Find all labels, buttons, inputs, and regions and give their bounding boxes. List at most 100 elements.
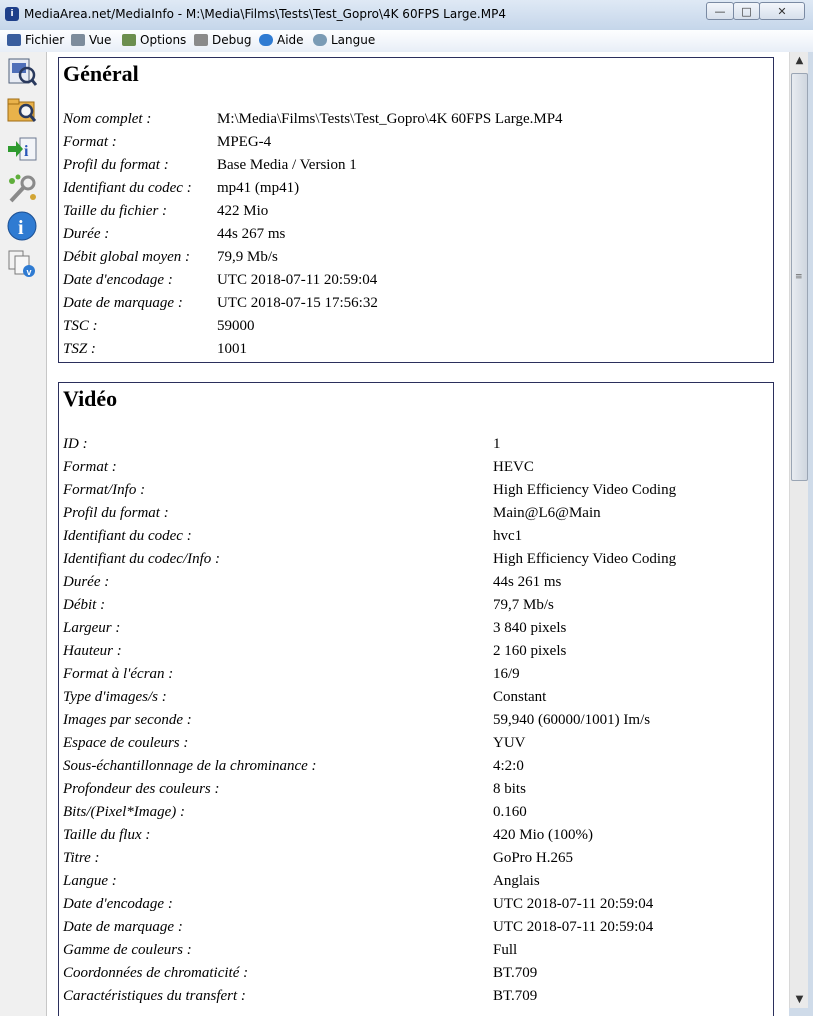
field-value: UTC 2018-07-11 20:59:04 <box>493 919 654 935</box>
field-value: 0.160 <box>493 804 527 820</box>
field-label: Sous-échantillonnage de la chrominance : <box>63 758 317 774</box>
field-value: Constant <box>493 689 547 705</box>
menu-label: Debug <box>212 33 252 47</box>
field-label: TSZ : <box>63 341 96 357</box>
field-value: 59000 <box>217 318 255 334</box>
info-row: Date d'encodage : UTC 2018-07-11 20:59:04 <box>63 896 767 919</box>
info-row: Débit : 79,7 Mb/s <box>63 597 767 620</box>
field-label: Débit global moyen : <box>63 249 191 265</box>
info-row: Identifiant du codec/Info : High Efficien… <box>63 551 767 574</box>
field-value: 1001 <box>217 341 247 357</box>
field-label: Durée : <box>63 574 110 590</box>
menu-label: Fichier <box>25 33 65 47</box>
field-label: Taille du flux : <box>63 827 151 843</box>
field-label: Date de marquage : <box>63 295 183 311</box>
field-label: ID : <box>63 436 88 452</box>
field-value: 3 840 pixels <box>493 620 567 636</box>
info-row: Taille du fichier : 422 Mio <box>63 203 767 226</box>
window-frame <box>808 52 813 1016</box>
debug-icon <box>194 34 208 46</box>
info-row: Coordonnées de chromaticité : BT.709 <box>63 965 767 988</box>
field-label: Taille du fichier : <box>63 203 168 219</box>
scroll-up-arrow-icon[interactable]: ▲ <box>790 52 809 69</box>
export-icon[interactable]: i <box>6 133 38 165</box>
field-label: Identifiant du codec/Info : <box>63 551 221 567</box>
section-title: Vidéo <box>63 386 118 411</box>
menu-bar: Fichier Vue Options Debug Aide Langue <box>0 30 813 53</box>
title-bar[interactable]: i MediaArea.net/MediaInfo - M:\Media\Fil… <box>0 0 813 30</box>
info-row: Identifiant du codec : mp41 (mp41) <box>63 180 767 203</box>
field-value: Anglais <box>493 873 540 889</box>
maximize-button[interactable]: □ <box>733 2 760 20</box>
info-row: Profondeur des couleurs : 8 bits <box>63 781 767 804</box>
vertical-scrollbar[interactable]: ▲ ≡ ▼ <box>789 52 809 1008</box>
minimize-button[interactable]: — <box>706 2 734 20</box>
field-label: Hauteur : <box>63 643 122 659</box>
close-button[interactable]: ✕ <box>759 2 805 20</box>
info-row: Débit global moyen : 79,9 Mb/s <box>63 249 767 272</box>
info-row: Profil du format : Base Media / Version 1 <box>63 157 767 180</box>
svg-text:i: i <box>24 143 29 160</box>
field-value: UTC 2018-07-11 20:59:04 <box>493 896 654 912</box>
copy-icon[interactable]: v <box>6 248 38 280</box>
field-label: Date d'encodage : <box>63 272 173 288</box>
field-label: Espace de couleurs : <box>63 735 189 751</box>
field-value: 420 Mio (100%) <box>493 827 593 843</box>
info-row: TSC : 59000 <box>63 318 767 341</box>
info-row: Espace de couleurs : YUV <box>63 735 767 758</box>
field-value: 44s 267 ms <box>217 226 286 242</box>
info-icon[interactable]: i <box>6 210 38 242</box>
content-area: Général Nom complet : M:\Media\Films\Test… <box>47 52 789 1016</box>
field-label: Bits/(Pixel*Image) : <box>63 804 186 820</box>
field-value: 79,9 Mb/s <box>217 249 278 265</box>
scroll-thumb[interactable]: ≡ <box>791 73 808 481</box>
scroll-down-arrow-icon[interactable]: ▼ <box>790 991 809 1008</box>
field-value: YUV <box>493 735 526 751</box>
preferences-icon[interactable] <box>6 173 38 205</box>
info-row: Format : MPEG-4 <box>63 134 767 157</box>
field-value: MPEG-4 <box>217 134 272 150</box>
open-file-icon[interactable] <box>6 55 38 87</box>
field-value: BT.709 <box>493 965 538 981</box>
field-label: Nom complet : <box>63 111 152 127</box>
field-value: Base Media / Version 1 <box>217 157 357 173</box>
field-label: Profil du format : <box>63 157 169 173</box>
field-value: 59,940 (60000/1001) Im/s <box>493 712 651 728</box>
window-title: MediaArea.net/MediaInfo - M:\Media\Films… <box>24 7 506 21</box>
open-folder-icon[interactable] <box>6 93 38 125</box>
field-label: Durée : <box>63 226 110 242</box>
info-row: Date de marquage : UTC 2018-07-11 20:59:0… <box>63 919 767 942</box>
menu-langue[interactable]: Langue <box>313 33 375 47</box>
side-toolbar: i i v <box>0 52 47 1016</box>
menu-label: Options <box>140 33 187 47</box>
menu-options[interactable]: Options <box>122 33 186 47</box>
info-row: TSZ : 1001 <box>63 341 767 364</box>
info-row: Identifiant du codec : hvc1 <box>63 528 767 551</box>
info-row: Largeur : 3 840 pixels <box>63 620 767 643</box>
field-value: 79,7 Mb/s <box>493 597 554 613</box>
field-value: High Efficiency Video Coding <box>493 551 677 567</box>
field-value: hvc1 <box>493 528 523 544</box>
field-value: GoPro H.265 <box>493 850 574 866</box>
field-value: UTC 2018-07-11 20:59:04 <box>217 272 378 288</box>
help-icon <box>259 34 273 46</box>
field-label: Type d'images/s : <box>63 689 167 705</box>
field-value: 4:2:0 <box>493 758 524 774</box>
video-section: Vidéo ID : 1 Format : HEVC Format/Info : High… <box>58 382 774 1016</box>
field-label: Format à l'écran : <box>63 666 174 682</box>
menu-label: Vue <box>89 33 112 47</box>
field-value: mp41 (mp41) <box>217 180 300 196</box>
info-row: Date de marquage : UTC 2018-07-15 17:56:3… <box>63 295 767 318</box>
field-label: Identifiant du codec : <box>63 528 192 544</box>
field-label: Date de marquage : <box>63 919 183 935</box>
info-row: Nom complet : M:\Media\Films\Tests\Test_G… <box>63 111 767 134</box>
field-label: Caractéristiques du transfert : <box>63 988 246 1004</box>
menu-debug[interactable]: Debug <box>194 33 251 47</box>
info-row: Type d'images/s : Constant <box>63 689 767 712</box>
field-value: 2 160 pixels <box>493 643 567 659</box>
menu-fichier[interactable]: Fichier <box>7 33 64 47</box>
mediainfo-window: i MediaArea.net/MediaInfo - M:\Media\Fil… <box>0 0 813 1016</box>
view-icon <box>71 34 85 46</box>
menu-aide[interactable]: Aide <box>259 33 304 47</box>
menu-vue[interactable]: Vue <box>71 33 111 47</box>
